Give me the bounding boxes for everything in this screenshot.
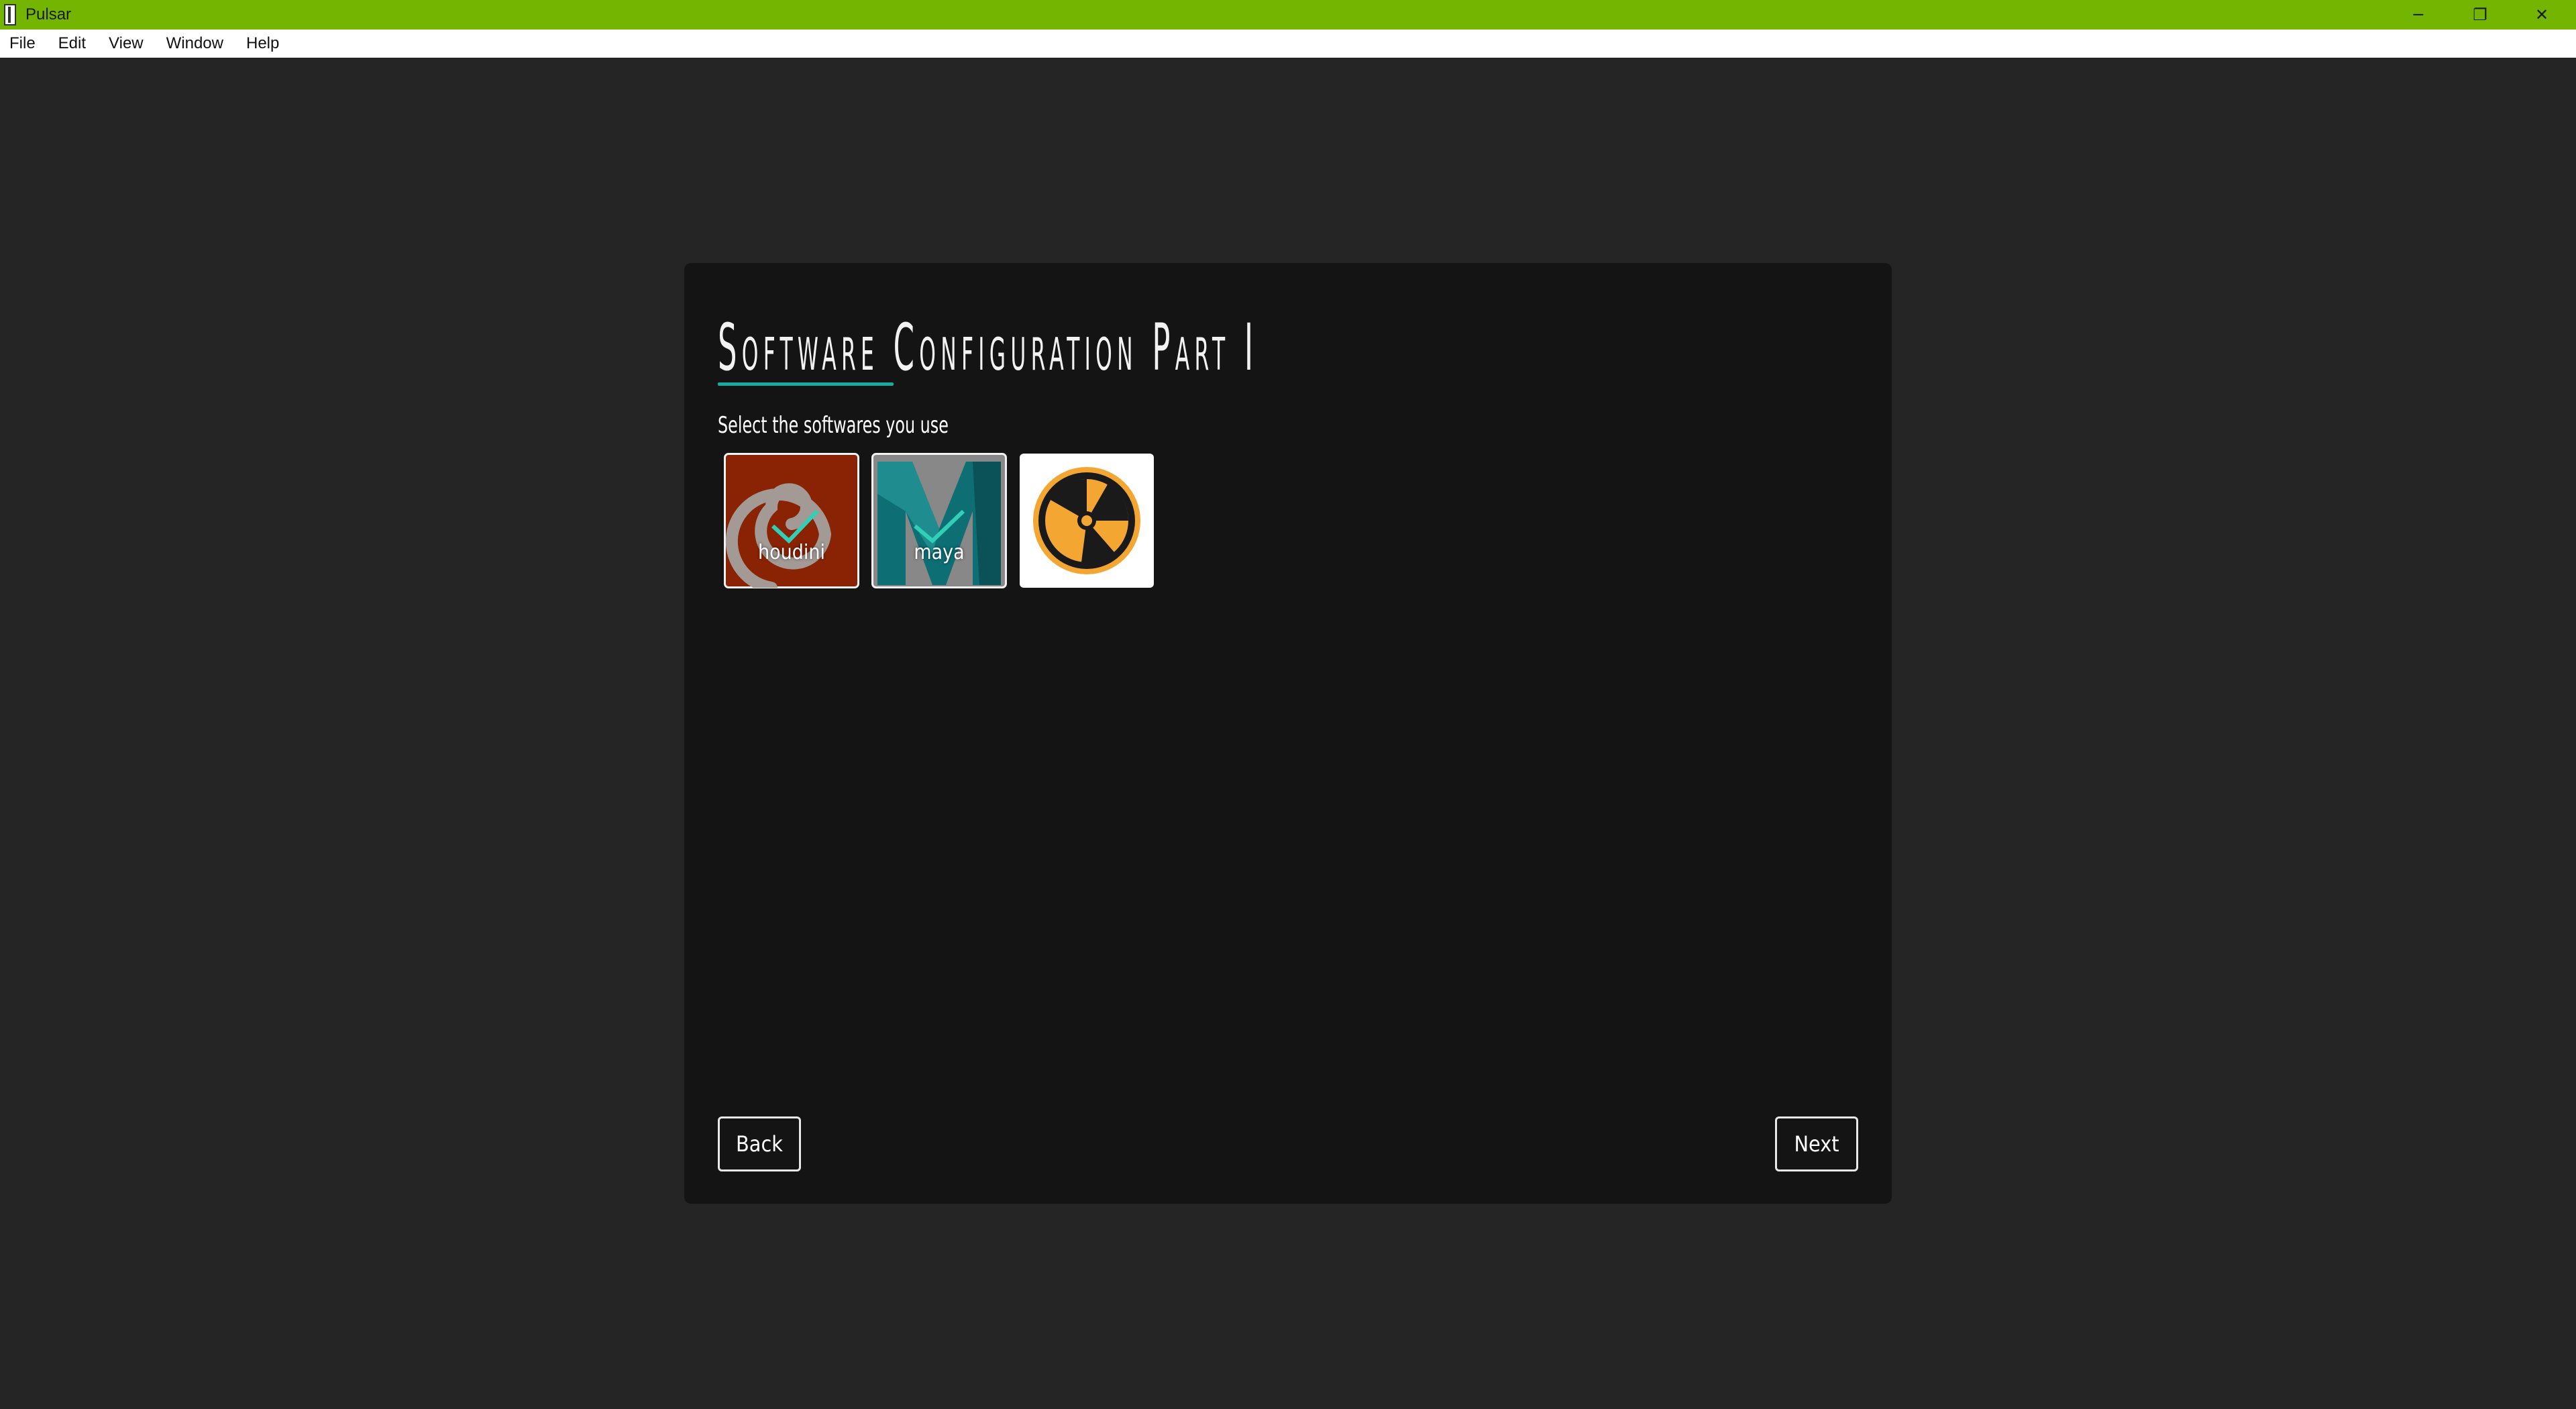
- software-label-houdini: houdini: [758, 541, 825, 564]
- title-underline: [718, 382, 894, 386]
- next-button[interactable]: Next: [1775, 1116, 1858, 1171]
- menu-help[interactable]: Help: [244, 33, 282, 54]
- maximize-button[interactable]: ❐: [2450, 0, 2510, 30]
- app-icon: [4, 4, 16, 25]
- page-title: Software Configuration Part I: [718, 310, 1258, 385]
- software-tiles: houdini maya: [724, 453, 1154, 588]
- nuke-logo-icon: [1033, 467, 1140, 574]
- checkmark-icon: [771, 509, 819, 544]
- menu-window[interactable]: Window: [164, 33, 226, 54]
- checkmark-icon: [914, 509, 965, 544]
- minimize-button[interactable]: ─: [2388, 0, 2449, 30]
- configuration-panel: Software Configuration Part I Select the…: [684, 263, 1892, 1204]
- software-label-maya: maya: [914, 541, 965, 564]
- menu-edit[interactable]: Edit: [56, 33, 89, 54]
- software-tile-maya[interactable]: maya: [871, 453, 1007, 588]
- software-tile-houdini[interactable]: houdini: [724, 453, 859, 588]
- menu-file[interactable]: File: [7, 33, 38, 54]
- menu-view[interactable]: View: [106, 33, 146, 54]
- software-tile-nuke[interactable]: [1020, 454, 1154, 588]
- window-title: Pulsar: [25, 5, 72, 23]
- menu-bar: File Edit View Window Help: [0, 30, 2576, 58]
- close-button[interactable]: ✕: [2512, 0, 2572, 30]
- page-subtitle: Select the softwares you use: [718, 412, 949, 439]
- title-bar: Pulsar ─ ❐ ✕: [0, 0, 2576, 30]
- back-button[interactable]: Back: [718, 1116, 801, 1171]
